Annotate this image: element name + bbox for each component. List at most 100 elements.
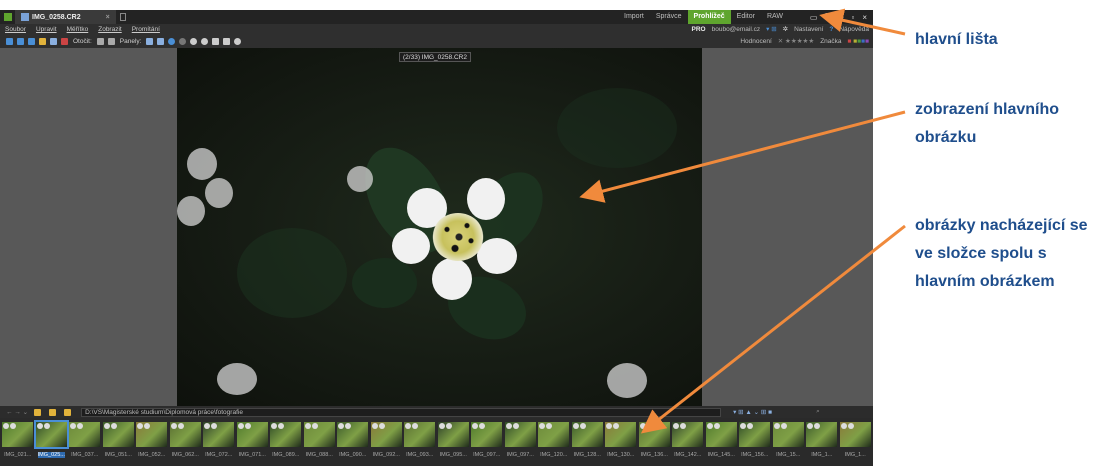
thumbnail-image[interactable] (270, 422, 302, 447)
thumbnail-image[interactable] (471, 422, 503, 447)
mode-raw[interactable]: RAW (761, 10, 789, 24)
thumbnail[interactable]: IMG_093... (404, 422, 436, 466)
thumbnail-image[interactable] (404, 422, 436, 447)
minimize-icon[interactable]: – (839, 13, 843, 22)
new-tab-icon[interactable] (119, 13, 126, 21)
thumbnail[interactable]: IMG_037... (69, 422, 101, 466)
thumbnail-image[interactable] (672, 422, 704, 447)
thumbnail-image[interactable] (337, 422, 369, 447)
thumbnail[interactable]: IMG_097... (471, 422, 503, 466)
search-icon[interactable]: ⌕ (816, 408, 820, 416)
filter-icon[interactable]: ▾ ⊞ ▲ ⌄ ⊞ ■ (733, 408, 772, 416)
folder-icon[interactable] (39, 38, 46, 45)
thumbnail-image[interactable] (504, 422, 536, 447)
thumbnail[interactable]: IMG_095... (437, 422, 470, 466)
thumbnail-image[interactable] (638, 422, 670, 447)
fit-icon[interactable] (212, 38, 220, 45)
thumbnail-image[interactable] (705, 422, 737, 447)
thumbnail-image[interactable] (203, 422, 235, 447)
thumbnail-image[interactable] (605, 422, 637, 447)
account-email[interactable]: boubo@email.cz (712, 26, 761, 33)
help-icon[interactable]: ? (829, 26, 833, 33)
thumbnail[interactable]: IMG_089... (270, 422, 302, 466)
thumbnail-image[interactable] (571, 422, 603, 447)
thumbnail[interactable]: IMG_1... (806, 422, 838, 466)
menu-file[interactable]: Soubor (0, 26, 31, 33)
thumbnail[interactable]: IMG_136... (638, 422, 671, 466)
bookmark-icon[interactable] (64, 408, 72, 416)
mode-import[interactable]: Import (618, 10, 650, 24)
thumbnail[interactable]: IMG_052... (136, 422, 168, 466)
thumbnail[interactable]: IMG_071... (236, 422, 269, 466)
menu-edit[interactable]: Upravit (31, 26, 62, 33)
thumbnail[interactable]: IMG_142... (672, 422, 704, 466)
fullscreen-icon[interactable]: ⛶ (825, 12, 831, 22)
monitor-icon[interactable]: ▭ (810, 13, 818, 22)
thumbnail[interactable]: IMG_15... (772, 422, 805, 466)
rotate-right-icon[interactable] (107, 38, 115, 45)
tab-close-icon[interactable]: × (106, 14, 110, 21)
mode-editor[interactable]: Editor (731, 10, 761, 24)
thumbnail[interactable]: IMG_120... (538, 422, 570, 466)
forward-icon[interactable] (17, 38, 24, 45)
folder-open-icon[interactable] (49, 408, 57, 416)
thumbnail[interactable]: IMG_072... (203, 422, 235, 466)
info-icon[interactable] (168, 38, 176, 45)
mode-viewer[interactable]: Prohlížeč (687, 10, 731, 24)
thumbnail-image[interactable] (33, 420, 69, 449)
delete-icon[interactable] (61, 38, 68, 45)
zoom-in-icon[interactable] (190, 38, 198, 45)
thumbnail-image[interactable] (739, 422, 771, 447)
thumbnail[interactable]: IMG_062... (169, 422, 202, 466)
play-icon[interactable] (28, 38, 35, 45)
thumbnail[interactable]: IMG_090... (337, 422, 369, 466)
thumbnail-image[interactable] (839, 422, 871, 447)
star-icon[interactable]: ✕ ★★★★★ (778, 37, 814, 45)
thumbnail-image[interactable] (2, 422, 34, 447)
thumbnail-image[interactable] (69, 422, 101, 447)
thumbnail[interactable]: IMG_128... (571, 422, 604, 466)
thumbnail[interactable]: IMG_088... (303, 422, 336, 466)
document-tab[interactable]: IMG_0258.CR2 × (15, 10, 116, 24)
thumbnail-image[interactable] (437, 422, 469, 447)
help-link[interactable]: Nápověda (839, 26, 869, 33)
thumbnail-image[interactable] (236, 422, 268, 447)
thumbnail[interactable]: IMG_051... (102, 422, 135, 466)
nav-arrows-icon[interactable]: ← → ⌄ (6, 408, 28, 416)
thumbnail[interactable]: IMG_156... (739, 422, 771, 466)
rotate-left-icon[interactable] (96, 38, 104, 45)
panel-2-icon[interactable] (157, 38, 165, 45)
cart-icon[interactable]: ▾ ⊞ (766, 25, 777, 33)
thumbnail-image[interactable] (806, 422, 838, 447)
help-circle-icon[interactable] (179, 38, 187, 45)
main-image-viewer[interactable]: (2/33) IMG_0258.CR2 (0, 48, 873, 406)
close-icon[interactable]: × (862, 13, 867, 22)
thumbnail-image[interactable] (370, 422, 402, 447)
back-icon[interactable] (6, 38, 13, 45)
actual-size-icon[interactable] (223, 38, 231, 45)
thumbnail[interactable]: IMG_097... (504, 422, 537, 466)
color-tag-icon[interactable]: ■ ■■■■ (848, 38, 869, 45)
menu-scale[interactable]: Měřítko (62, 26, 94, 33)
thumbnail-image[interactable] (772, 422, 804, 447)
maximize-icon[interactable]: ▫ (851, 13, 854, 22)
magnifier-icon[interactable] (234, 38, 242, 45)
thumbnail-image[interactable] (169, 422, 201, 447)
gear-icon[interactable]: ✲ (783, 25, 788, 33)
thumbnail[interactable]: IMG_021... (2, 422, 34, 466)
thumbnail-image[interactable] (136, 422, 168, 447)
menu-view[interactable]: Zobrazit (93, 26, 126, 33)
menu-slideshow[interactable]: Promítání (127, 26, 165, 33)
main-photo[interactable] (177, 48, 702, 406)
thumbnail[interactable]: IMG_092... (370, 422, 403, 466)
thumbnail-image[interactable] (303, 422, 335, 447)
thumbnail[interactable]: IMG_145... (705, 422, 738, 466)
path-field[interactable]: D:\VS\Magisterské studium\Diplomová prác… (81, 407, 722, 417)
thumbnail[interactable]: IMG_130... (605, 422, 637, 466)
settings-link[interactable]: Nastavení (794, 26, 823, 33)
folder-icon[interactable] (34, 408, 42, 416)
mode-manager[interactable]: Správce (650, 10, 688, 24)
thumbnail-image[interactable] (538, 422, 570, 447)
zoom-out-icon[interactable] (201, 38, 209, 45)
thumbnail-image[interactable] (102, 422, 134, 447)
